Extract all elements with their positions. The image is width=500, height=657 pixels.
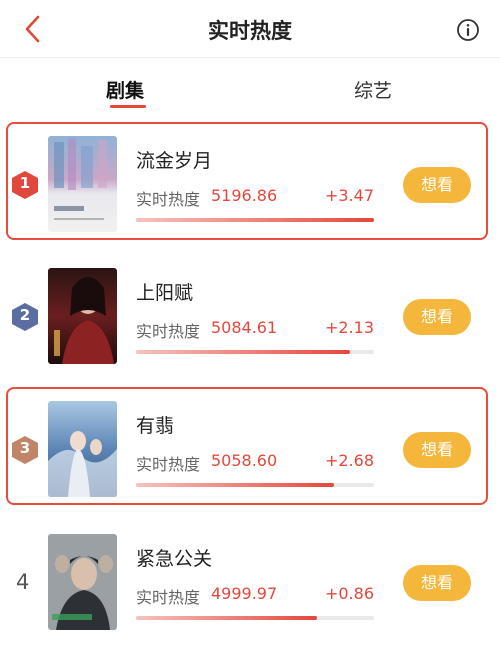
heat-label: 实时热度 xyxy=(136,322,201,341)
page-title: 实时热度 xyxy=(208,19,292,43)
tab-variety[interactable]: 综艺 xyxy=(354,76,392,103)
heat-progress-fill xyxy=(136,350,351,354)
heat-change: +3.47 xyxy=(324,186,374,205)
rank-badge-icon: 3 xyxy=(10,435,40,465)
heat-progress-fill xyxy=(136,218,374,222)
poster-image[interactable] xyxy=(48,534,117,630)
show-title: 流金岁月 xyxy=(136,150,213,172)
rank-number: 1 xyxy=(19,174,31,192)
poster-image[interactable] xyxy=(48,136,117,232)
rank-number: 2 xyxy=(19,306,31,324)
top-bar: 实时热度 xyxy=(0,0,500,58)
heat-change: +2.68 xyxy=(324,451,374,470)
show-title: 上阳赋 xyxy=(136,282,194,304)
want-to-watch-button[interactable]: 想看 xyxy=(403,432,471,468)
tab-bar: 剧集 综艺 xyxy=(0,58,500,114)
active-tab-indicator xyxy=(110,105,146,108)
rank-badge-icon: 2 xyxy=(10,302,40,332)
heat-progress-fill xyxy=(136,616,317,620)
ranking-item-1[interactable]: 1 流金岁月 实时热度 5196.86 +3.47 想看 xyxy=(0,122,500,254)
info-icon[interactable] xyxy=(456,18,480,42)
poster-image[interactable] xyxy=(48,401,117,497)
rank-number: 3 xyxy=(19,439,31,457)
heat-progress-bar xyxy=(136,483,374,487)
want-to-watch-button[interactable]: 想看 xyxy=(403,167,471,203)
ranking-item-3[interactable]: 3 有翡 实时热度 5058.60 +2.68 想看 xyxy=(0,387,500,519)
heat-change: +2.13 xyxy=(324,318,374,337)
tab-drama[interactable]: 剧集 xyxy=(106,76,144,103)
ranking-item-4[interactable]: 4 紧急公关 实时热度 4999.97 +0.86 想看 xyxy=(0,534,500,652)
want-to-watch-button[interactable]: 想看 xyxy=(403,565,471,601)
heat-value: 5196.86 xyxy=(211,186,278,205)
heat-progress-bar xyxy=(136,218,374,222)
heat-change: +0.86 xyxy=(324,584,374,603)
heat-value: 5058.60 xyxy=(211,451,278,470)
heat-label: 实时热度 xyxy=(136,190,201,209)
heat-label: 实时热度 xyxy=(136,588,201,607)
heat-value: 4999.97 xyxy=(211,584,278,603)
heat-progress-bar xyxy=(136,616,374,620)
poster-image[interactable] xyxy=(48,268,117,364)
show-title: 有翡 xyxy=(136,415,175,437)
show-title: 紧急公关 xyxy=(136,548,213,570)
heat-progress-fill xyxy=(136,483,334,487)
heat-progress-bar xyxy=(136,350,374,354)
want-to-watch-button[interactable]: 想看 xyxy=(403,299,471,335)
heat-value: 5084.61 xyxy=(211,318,278,337)
heat-label: 实时热度 xyxy=(136,455,201,474)
ranking-item-2[interactable]: 2 上阳赋 实时热度 5084.61 +2.13 想看 xyxy=(0,268,500,386)
rank-badge-icon: 1 xyxy=(10,170,40,200)
rank-number: 4 xyxy=(16,570,30,594)
